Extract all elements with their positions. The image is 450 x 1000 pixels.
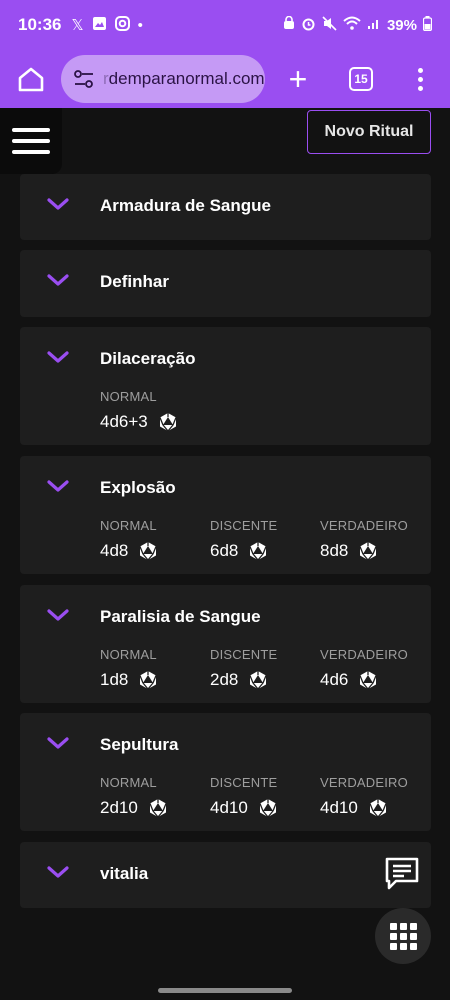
damage-value: 6d8 xyxy=(210,541,239,560)
tab-count: 15 xyxy=(349,67,373,91)
ritual-name: Explosão xyxy=(100,478,176,497)
damage-normal: NORMAL 4d6+3 xyxy=(100,389,210,432)
ritual-name: Armadura de Sangue xyxy=(100,196,271,215)
ritual-card[interactable]: Sepultura NORMAL 2d10 DISCENTE 4d10 VERD… xyxy=(20,713,431,831)
chevron-down-icon[interactable] xyxy=(46,864,70,880)
dot-icon: • xyxy=(137,16,143,34)
browser-menu-button[interactable] xyxy=(406,50,434,108)
damage-label: NORMAL xyxy=(100,389,157,404)
ritual-card[interactable]: Paralisia de Sangue NORMAL 1d8 DISCENTE … xyxy=(20,585,431,703)
chevron-down-icon[interactable] xyxy=(46,735,70,751)
chevron-down-icon[interactable] xyxy=(46,478,70,494)
ritual-card[interactable]: Dilaceração NORMAL 4d6+3 xyxy=(20,327,431,445)
d20-dice-icon[interactable] xyxy=(248,541,268,561)
plus-icon: + xyxy=(288,60,308,97)
status-right-icons: 39% xyxy=(283,15,433,35)
damage-verdadeiro: VERDADEIRO 8d8 xyxy=(320,518,430,561)
status-bar: 10:36 𝕏 • 39% xyxy=(0,0,450,50)
gesture-navigation-bar[interactable] xyxy=(158,988,292,993)
damage-discente: DISCENTE 6d8 xyxy=(210,518,320,561)
screen: 10:36 𝕏 • 39% rdemparanormal.com + 15 No… xyxy=(0,0,450,1000)
instagram-icon xyxy=(114,15,130,35)
alarm-icon xyxy=(301,16,316,35)
damage-normal: NORMAL 2d10 xyxy=(100,775,210,818)
mute-icon xyxy=(322,15,337,35)
x-icon: 𝕏 xyxy=(71,17,84,34)
damage-label: VERDADEIRO xyxy=(320,775,408,790)
damage-normal: NORMAL 1d8 xyxy=(100,647,210,690)
damage-discente: DISCENTE 4d10 xyxy=(210,775,320,818)
battery-level: 39% xyxy=(386,16,417,34)
url-text: rdemparanormal.com xyxy=(103,69,265,89)
chat-icon[interactable] xyxy=(384,856,420,892)
damage-label: NORMAL xyxy=(100,647,157,662)
ritual-name: Paralisia de Sangue xyxy=(100,607,261,626)
damage-label: VERDADEIRO xyxy=(320,518,408,533)
wifi-icon xyxy=(343,16,361,34)
new-tab-button[interactable]: + xyxy=(282,50,314,108)
lock-icon xyxy=(283,15,295,34)
ritual-name: Definhar xyxy=(100,272,169,291)
damage-value: 2d10 xyxy=(100,798,138,817)
new-ritual-button[interactable]: Novo Ritual xyxy=(307,110,431,154)
damage-value: 4d6 xyxy=(320,670,349,689)
d20-dice-icon[interactable] xyxy=(148,798,168,818)
damage-value: 4d10 xyxy=(210,798,248,817)
chevron-down-icon[interactable] xyxy=(46,272,70,288)
ritual-name: Sepultura xyxy=(100,735,179,754)
url-text-main: demparanormal.com xyxy=(108,69,265,88)
ritual-card[interactable]: vitalia xyxy=(20,842,431,908)
ritual-card[interactable]: Definhar xyxy=(20,250,431,317)
tab-switcher-button[interactable]: 15 xyxy=(346,50,376,108)
chevron-down-icon[interactable] xyxy=(46,607,70,623)
d20-dice-icon[interactable] xyxy=(368,798,388,818)
hamburger-menu-button[interactable] xyxy=(0,108,62,174)
d20-dice-icon[interactable] xyxy=(258,798,278,818)
chevron-down-icon[interactable] xyxy=(46,196,70,212)
damage-label: DISCENTE xyxy=(210,775,278,790)
status-left-icons: 𝕏 • xyxy=(71,15,143,35)
damage-label: VERDADEIRO xyxy=(320,647,408,662)
damage-verdadeiro: VERDADEIRO 4d10 xyxy=(320,775,430,818)
url-bar[interactable]: rdemparanormal.com xyxy=(61,55,265,103)
page-content: Novo Ritual Armadura de Sangue Definhar … xyxy=(0,108,450,1000)
signal-icon xyxy=(367,16,381,34)
chevron-down-icon[interactable] xyxy=(46,349,70,365)
damage-label: NORMAL xyxy=(100,518,157,533)
ritual-name: vitalia xyxy=(100,864,149,883)
damage-discente: DISCENTE 2d8 xyxy=(210,647,320,690)
site-settings-icon[interactable] xyxy=(71,66,97,92)
damage-value: 4d6+3 xyxy=(100,412,148,431)
damage-label: NORMAL xyxy=(100,775,157,790)
damage-value: 2d8 xyxy=(210,670,239,689)
damage-value: 4d8 xyxy=(100,541,129,560)
damage-label: DISCENTE xyxy=(210,647,278,662)
d20-dice-icon[interactable] xyxy=(358,670,378,690)
d20-dice-icon[interactable] xyxy=(248,670,268,690)
damage-normal: NORMAL 4d8 xyxy=(100,518,210,561)
damage-value: 1d8 xyxy=(100,670,129,689)
d20-dice-icon[interactable] xyxy=(138,670,158,690)
battery-icon xyxy=(422,15,433,35)
home-button[interactable] xyxy=(12,50,50,108)
browser-toolbar: rdemparanormal.com + 15 xyxy=(0,50,450,108)
d20-dice-icon[interactable] xyxy=(138,541,158,561)
image-icon xyxy=(92,16,107,35)
d20-dice-icon[interactable] xyxy=(158,412,178,432)
status-time: 10:36 xyxy=(18,15,62,34)
damage-value: 8d8 xyxy=(320,541,349,560)
damage-value: 4d10 xyxy=(320,798,358,817)
d20-dice-icon[interactable] xyxy=(358,541,378,561)
home-icon xyxy=(18,67,44,92)
damage-label: DISCENTE xyxy=(210,518,278,533)
ritual-name: Dilaceração xyxy=(100,349,196,368)
ritual-card[interactable]: Armadura de Sangue xyxy=(20,174,431,240)
damage-verdadeiro: VERDADEIRO 4d6 xyxy=(320,647,430,690)
apps-grid-button[interactable] xyxy=(375,908,431,964)
ritual-card[interactable]: Explosão NORMAL 4d8 DISCENTE 6d8 VERDADE… xyxy=(20,456,431,574)
more-vert-icon xyxy=(417,67,423,91)
